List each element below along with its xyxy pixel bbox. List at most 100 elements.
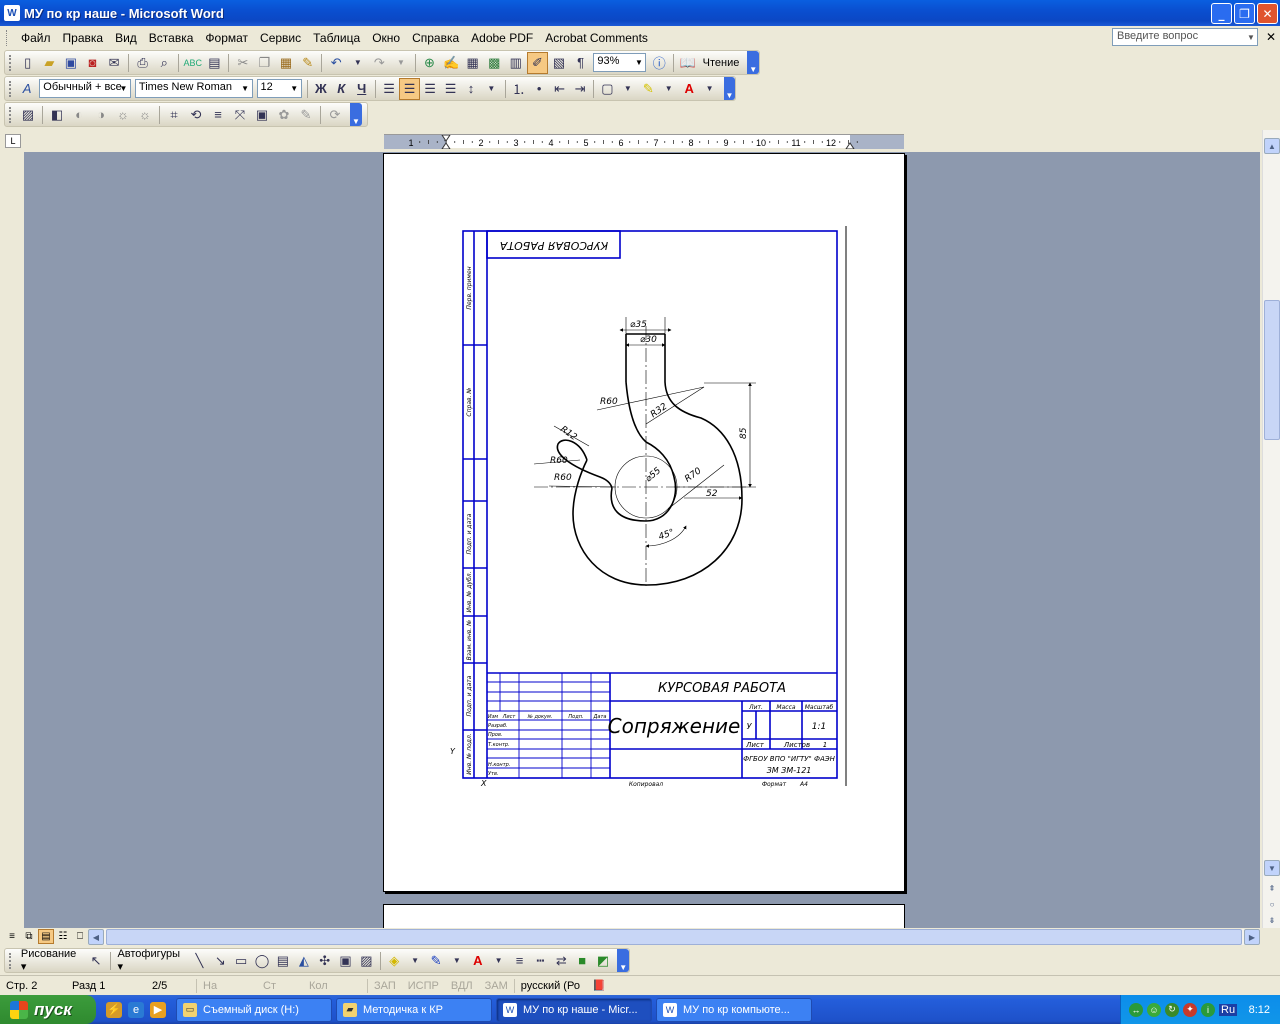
zoom-select[interactable]: 93% ▼ — [593, 53, 647, 72]
picture-icon[interactable]: ▨ — [356, 950, 377, 972]
drawing-icon[interactable]: ✐ — [526, 51, 549, 74]
line-color-dropdown-icon[interactable]: ▼ — [446, 950, 467, 972]
menu-window[interactable]: Окно — [366, 31, 406, 45]
select-objects-icon[interactable]: ↖ — [86, 950, 107, 972]
network-icon[interactable]: ↔ — [1129, 1002, 1143, 1017]
numbering-icon[interactable]: ⒈ — [509, 78, 529, 100]
web-view-icon[interactable]: ⧉ — [21, 929, 37, 944]
scroll-right-icon[interactable]: ▶ — [1244, 929, 1260, 945]
scroll-thumb[interactable] — [1264, 300, 1280, 440]
update-icon[interactable]: ↻ — [1165, 1002, 1179, 1017]
toolbar-options-icon[interactable]: ▼ — [747, 51, 760, 74]
less-brightness-icon[interactable]: ☼ — [134, 104, 156, 126]
decrease-indent-icon[interactable]: ⇤ — [549, 78, 569, 100]
print-preview-icon[interactable]: ⌕ — [153, 52, 175, 74]
toolbar-grip[interactable] — [9, 54, 13, 71]
select-browse-object-icon[interactable]: ○ — [1264, 896, 1280, 912]
compress-icon[interactable]: ⤧ — [229, 104, 251, 126]
technical-drawing[interactable]: КУРСОВАЯ РАБОТА Перв. примен Справ. № По… — [384, 154, 906, 893]
save-icon[interactable]: ▣ — [60, 52, 82, 74]
spelling-status-icon[interactable]: 📕 — [586, 978, 612, 994]
status-rec[interactable]: ЗАП — [368, 978, 402, 994]
toolbar-grip[interactable] — [9, 952, 13, 969]
task-removable-disk[interactable]: ▭ Съемный диск (H:) — [176, 997, 332, 1022]
borders-icon[interactable]: ▢ — [597, 78, 617, 100]
next-page[interactable] — [383, 904, 905, 928]
menu-insert[interactable]: Вставка — [143, 31, 200, 45]
document-area[interactable]: КУРСОВАЯ РАБОТА Перв. примен Справ. № По… — [24, 152, 1260, 928]
info-icon[interactable]: i — [1201, 1002, 1215, 1017]
scroll-up-icon[interactable]: ▲ — [1264, 138, 1280, 154]
scroll-left-icon[interactable]: ◀ — [88, 929, 104, 945]
status-track[interactable]: ИСПР — [402, 978, 445, 994]
dash-style-icon[interactable]: ┅ — [530, 950, 551, 972]
redo-icon[interactable]: ↷ — [369, 52, 391, 74]
font-select[interactable]: Times New Roman ▼ — [134, 79, 253, 98]
font-size-select[interactable]: 12 ▼ — [256, 79, 302, 98]
more-contrast-icon[interactable]: ◐ — [68, 104, 90, 126]
previous-page-icon[interactable]: ⇞ — [1264, 880, 1280, 896]
font-color-icon[interactable]: A — [679, 78, 699, 100]
copy-icon[interactable]: ❐ — [254, 52, 276, 74]
oval-icon[interactable]: ◯ — [252, 950, 273, 972]
chevron-down-icon[interactable]: ▼ — [289, 81, 300, 96]
style-select[interactable]: Обычный + все ▼ — [39, 79, 131, 98]
toolbar-grip[interactable] — [9, 80, 13, 97]
line-color-icon[interactable]: ✎ — [426, 950, 447, 972]
menu-grip[interactable] — [6, 30, 9, 46]
draw-menu-button[interactable]: Рисование ▾ — [17, 948, 86, 973]
toolbar-options-icon[interactable]: ▼ — [617, 949, 629, 972]
chevron-down-icon[interactable]: ▼ — [1245, 29, 1257, 45]
show-formatting-icon[interactable]: ¶ — [570, 52, 592, 74]
paste-icon[interactable]: ▦ — [275, 52, 297, 74]
format-painter-icon[interactable]: ✎ — [297, 52, 319, 74]
status-overtype[interactable]: ЗАМ — [479, 978, 514, 994]
vertical-ruler[interactable] — [0, 152, 24, 928]
diagram-icon[interactable]: ✣ — [314, 950, 335, 972]
highlight-dropdown-icon[interactable]: ▼ — [659, 78, 679, 100]
horizontal-scroll-thumb[interactable] — [106, 929, 1242, 945]
format-picture-icon[interactable]: ✿ — [273, 104, 295, 126]
3d-style-icon[interactable]: ◩ — [593, 950, 614, 972]
insert-table-icon[interactable]: ▦ — [462, 52, 484, 74]
align-right-icon[interactable]: ☰ — [420, 78, 440, 100]
increase-indent-icon[interactable]: ⇥ — [570, 78, 590, 100]
clip-art-icon[interactable]: ▣ — [335, 950, 356, 972]
normal-view-icon[interactable]: ≡ — [4, 929, 20, 944]
line-spacing-dropdown-icon[interactable]: ▼ — [481, 78, 501, 100]
rectangle-icon[interactable]: ▭ — [231, 950, 252, 972]
highlight-icon[interactable]: ✎ — [638, 78, 658, 100]
styles-icon[interactable]: A — [17, 78, 37, 100]
quick-launch-icon[interactable]: ⚡ — [106, 1001, 122, 1018]
page[interactable]: КУРСОВАЯ РАБОТА Перв. примен Справ. № По… — [383, 153, 905, 892]
permission-icon[interactable]: ◙ — [82, 52, 104, 74]
crop-icon[interactable]: ⌗ — [163, 104, 185, 126]
new-document-icon[interactable]: ▯ — [17, 52, 39, 74]
undo-dropdown-icon[interactable]: ▼ — [347, 52, 369, 74]
font-color-dropdown-icon[interactable]: ▼ — [699, 78, 719, 100]
ask-question-input[interactable]: Введите вопрос ▼ — [1112, 28, 1258, 46]
menu-table[interactable]: Таблица — [307, 31, 366, 45]
fill-color-dropdown-icon[interactable]: ▼ — [405, 950, 426, 972]
arrow-style-icon[interactable]: ⇄ — [551, 950, 572, 972]
bold-button[interactable]: Ж — [311, 78, 331, 100]
open-folder-icon[interactable]: ▰ — [39, 52, 61, 74]
insert-picture-icon[interactable]: ▨ — [17, 104, 39, 126]
wordart-icon[interactable]: ◭ — [293, 950, 314, 972]
text-wrapping-icon[interactable]: ▣ — [251, 104, 273, 126]
borders-dropdown-icon[interactable]: ▼ — [618, 78, 638, 100]
research-icon[interactable]: ▤ — [204, 52, 226, 74]
set-transparent-icon[interactable]: ✎ — [295, 104, 317, 126]
help-icon[interactable]: ⓘ — [648, 52, 670, 74]
vertical-scrollbar[interactable]: ▲ ▼ ⇞ ○ ⇟ — [1262, 130, 1280, 928]
task-metodichka[interactable]: ▰ Методичка к КР — [336, 997, 492, 1022]
toolbar-options-icon[interactable]: ▼ — [723, 77, 735, 100]
autoshapes-button[interactable]: Автофигуры ▾ — [113, 948, 189, 973]
next-page-icon[interactable]: ⇟ — [1264, 912, 1280, 928]
read-mode-icon[interactable]: 📖 — [677, 52, 699, 74]
close-button[interactable]: ✕ — [1257, 3, 1278, 24]
toolbar-grip[interactable] — [9, 106, 13, 123]
menu-tools[interactable]: Сервис — [254, 31, 307, 45]
status-language[interactable]: русский (Ро — [515, 978, 586, 994]
minimize-button[interactable]: _ — [1211, 3, 1232, 24]
